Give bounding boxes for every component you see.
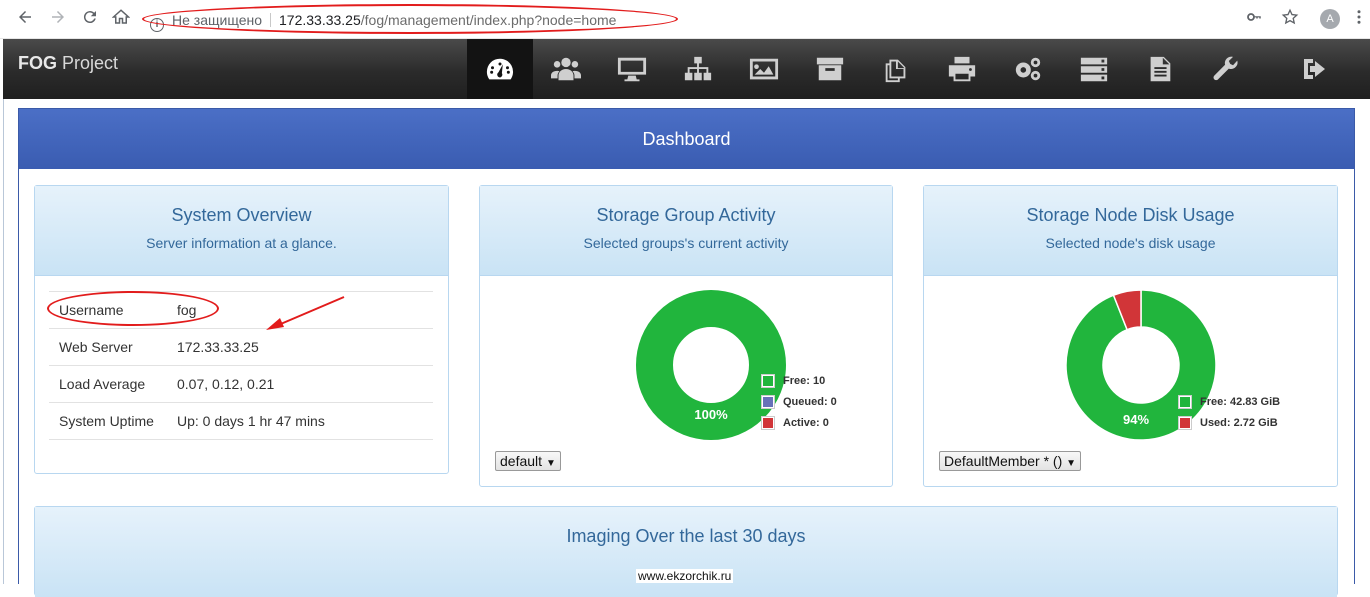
cogs-icon[interactable]: [995, 39, 1061, 99]
storage-node-card: Storage Node Disk Usage Selected node's …: [923, 185, 1338, 487]
document-icon[interactable]: [1127, 39, 1193, 99]
browser-menu-icon[interactable]: [1348, 8, 1370, 30]
wrench-icon[interactable]: [1193, 39, 1259, 99]
users-icon[interactable]: [533, 39, 599, 99]
page-left-border: [3, 99, 4, 584]
storage-group-subtitle: Selected groups's current activity: [583, 235, 789, 251]
storage-node-select[interactable]: DefaultMember * () ▼: [939, 451, 1082, 471]
fog-navbar: FOG Project: [3, 39, 1370, 99]
imaging-title: Imaging Over the last 30 days: [566, 526, 806, 546]
server-icon[interactable]: [1061, 39, 1127, 99]
legend-item: Free: 10: [761, 370, 837, 391]
storage-group-header: Storage Group Activity Selected groups's…: [480, 186, 892, 276]
storage-group-title: Storage Group Activity: [596, 205, 776, 225]
reload-icon[interactable]: [79, 8, 101, 30]
storage-node-header: Storage Node Disk Usage Selected node's …: [924, 186, 1337, 276]
dashboard-panel: Dashboard System Overview Server informa…: [18, 108, 1355, 597]
profile-avatar[interactable]: A: [1320, 9, 1340, 29]
image-icon[interactable]: [731, 39, 797, 99]
legend-item: Used: 2.72 GiB: [1178, 412, 1280, 433]
storage-node-select-value: DefaultMember * (): [944, 453, 1063, 469]
back-arrow-icon[interactable]: [14, 8, 36, 30]
table-row: Load Average 0.07, 0.12, 0.21: [49, 365, 433, 403]
legend-item: Queued: 0: [761, 391, 837, 412]
legend-swatch: [761, 394, 775, 409]
system-overview-header: System Overview Server information at a …: [35, 186, 448, 276]
storage-group-legend: Free: 10 Queued: 0 Active: 0: [761, 370, 837, 433]
sign-out-icon[interactable]: [1301, 55, 1329, 83]
info-label: Load Average: [49, 365, 177, 403]
username-highlight-oval: [47, 291, 219, 326]
storage-group-card: Storage Group Activity Selected groups's…: [479, 185, 893, 487]
url-highlight-oval: [142, 4, 678, 34]
system-overview-card: System Overview Server information at a …: [34, 185, 449, 474]
brand-logo[interactable]: FOG Project: [18, 53, 118, 74]
info-value: 0.07, 0.12, 0.21: [177, 365, 433, 403]
annotation-arrow-icon: [266, 296, 345, 330]
system-overview-subtitle: Server information at a glance.: [146, 235, 337, 251]
legend-item: Active: 0: [761, 412, 837, 433]
brand-bold: FOG: [18, 53, 57, 73]
legend-swatch: [1178, 415, 1192, 430]
legend-label: Used: 2.72 GiB: [1200, 416, 1278, 429]
brand-rest: Project: [62, 53, 119, 73]
printer-icon[interactable]: [929, 39, 995, 99]
table-row: System Uptime Up: 0 days 1 hr 47 mins: [49, 402, 433, 440]
storage-group-select[interactable]: default ▼: [495, 451, 561, 471]
forward-arrow-icon[interactable]: [47, 8, 69, 30]
chevron-down-icon: ▼: [1066, 458, 1077, 469]
donut-slice-free: [636, 290, 786, 440]
storage-group-select-value: default: [500, 453, 543, 469]
dashboard-title: Dashboard: [19, 109, 1354, 169]
legend-label: Free: 42.83 GiB: [1200, 395, 1281, 408]
info-label: System Uptime: [49, 402, 177, 440]
bookmark-star-icon[interactable]: [1279, 8, 1301, 30]
info-value: Up: 0 days 1 hr 47 mins: [177, 402, 433, 440]
archive-icon[interactable]: [797, 39, 863, 99]
legend-label: Free: 10: [783, 374, 826, 387]
key-icon[interactable]: [1243, 8, 1265, 30]
legend-label: Active: 0: [783, 416, 829, 429]
main-menu: [467, 39, 1259, 99]
storage-node-subtitle: Selected node's disk usage: [1045, 235, 1216, 251]
info-label: Web Server: [49, 328, 177, 366]
system-overview-title: System Overview: [171, 205, 312, 225]
donut-percent-label: 94%: [1123, 412, 1149, 427]
browser-toolbar: i Не защищено 172.33.33.25/fog/management/…: [0, 0, 1370, 39]
legend-swatch: [1178, 394, 1192, 409]
watermark: www.ekzorchik.ru: [636, 569, 734, 583]
sitemap-icon[interactable]: [665, 39, 731, 99]
storage-node-legend: Free: 42.83 GiB Used: 2.72 GiB: [1178, 391, 1280, 433]
home-icon[interactable]: [110, 8, 132, 30]
legend-swatch: [761, 373, 775, 388]
storage-node-title: Storage Node Disk Usage: [1026, 205, 1235, 225]
legend-swatch: [761, 415, 775, 430]
chevron-down-icon: ▼: [545, 458, 556, 469]
info-value: 172.33.33.25: [177, 328, 433, 366]
table-row: Web Server 172.33.33.25: [49, 328, 433, 366]
donut-percent-label: 100%: [694, 407, 728, 422]
monitor-icon[interactable]: [599, 39, 665, 99]
copy-icon[interactable]: [863, 39, 929, 99]
legend-label: Queued: 0: [783, 395, 837, 408]
dashboard-icon[interactable]: [467, 39, 533, 99]
legend-item: Free: 42.83 GiB: [1178, 391, 1280, 412]
